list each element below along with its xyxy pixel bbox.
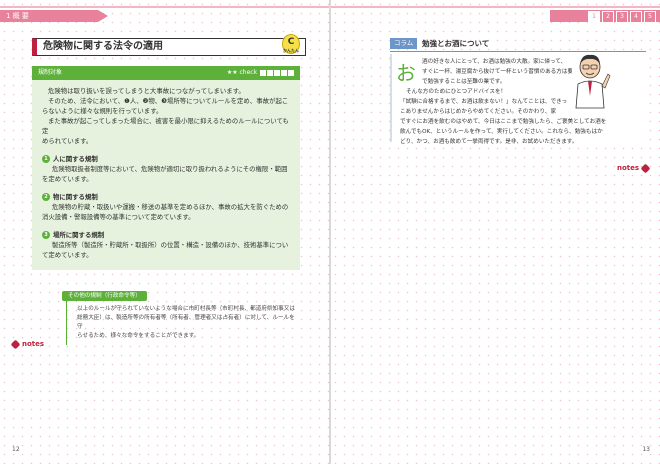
- section-body-line: て定めています。: [42, 251, 93, 259]
- column-line: どり、かつ、お酒も飲めて一挙両得です。是非、お試めいただきます。: [400, 139, 578, 145]
- column-title: 勉強とお酒について: [422, 39, 490, 48]
- section-number: 3: [42, 231, 50, 239]
- chapter-tab-5[interactable]: 5: [644, 11, 656, 23]
- column-label: コラム: [390, 38, 418, 49]
- other-rule-line: らせるため、様々な命令をすることができます。: [77, 333, 200, 339]
- rule-box-label: 規制対象: [38, 69, 63, 76]
- section-number: 1: [42, 155, 50, 163]
- section-body-line: 製造所等（製造所・貯蔵所・取扱所）の位置・構造・設備のほか、技術基準につい: [52, 241, 289, 249]
- chapter-tab-1[interactable]: 1: [588, 11, 600, 23]
- intro-line: また事故が起こってしまった場合に、被害を最小限に抑えるためのルールについても定: [42, 117, 289, 135]
- rule-box-body: 危険物は取り扱いを誤ってしまうと大事故につながってしまいます。 そのため、法令に…: [32, 80, 300, 266]
- column-line: そんな方のためにひとつアドバイスを！: [406, 89, 507, 95]
- intro-line: 危険物は取り扱いを誤ってしまうと大事故につながってしまいます。: [48, 87, 245, 95]
- notes-icon: [10, 339, 21, 349]
- other-rule-line: 総務大臣）は、製造所等の所有者等（所有者、管理者又は占有者）に対して、ルールを守: [77, 315, 295, 330]
- intro-line: められています。: [42, 137, 93, 145]
- chapter-tabs: 1 2 3 4 5: [588, 11, 656, 23]
- notes-label: notes: [10, 339, 44, 349]
- section-body-line: 危険物取扱者制度等において、危険物が適切に取り扱われるようにその権限・範囲: [52, 165, 288, 173]
- section-body-line: 消火設備・警報設備等の基準について定めています。: [42, 213, 195, 221]
- other-rule-line: 以上のルールが守られていないような場合に市町村長等（市町村長、都道府県知事又は: [77, 306, 295, 312]
- column-line: こありませんからはじめからやめてください。そのかわり、家: [400, 109, 557, 115]
- page-number: 12: [12, 446, 20, 453]
- notes-label: notes: [617, 163, 651, 173]
- column-line: ですぐにお酒を飲むのはやめて、今日はここまで勉強したら、ご褒美としてお酒を: [400, 119, 607, 125]
- section-body-line: を定めています。: [42, 175, 93, 183]
- chapter-tab-4[interactable]: 4: [630, 11, 642, 23]
- check-box-icon: [267, 69, 273, 76]
- chapter-tab-3[interactable]: 3: [616, 11, 628, 23]
- column-line: 酒の好きな人にとって、お酒は勉強の大敵。家に帰って、: [422, 59, 567, 65]
- chapter-label: 1 概 要: [6, 12, 29, 20]
- column-line: 「試験に合格するまで、お酒は飲まない！」なんてことは、できっ: [400, 99, 568, 105]
- rule-box: 規制対象 ★★ check 危険物は取り扱いを誤ってしまうと大事故につながってし…: [32, 66, 300, 270]
- column-line: すぐに一杯、湯豆腐から抜けて一杯という習慣のある方は要: [422, 69, 572, 75]
- other-rule-label: その他の規制（行政命令等）: [62, 291, 147, 301]
- check-marker: ★★ check: [227, 66, 294, 80]
- section-heading: 2 物に関する規制: [42, 192, 290, 202]
- section-heading: 3 場所に関する規制: [42, 230, 290, 240]
- book-spine: [329, 0, 331, 464]
- header-stripe: [0, 6, 329, 8]
- intro-line: そのため、法令において、❶人、❷物、❸場所等についてルールを定め、事故が起こ: [48, 97, 289, 105]
- section-body-line: 危険物の貯蔵・取扱いや運搬・移送の基準を定めるほか、事故の拡大を防ぐための: [52, 203, 289, 211]
- check-box-icon: [288, 69, 294, 76]
- rule-box-header: 規制対象 ★★ check: [32, 66, 300, 80]
- check-box-icon: [260, 69, 266, 76]
- page-title: 危険物に関する法令の適用: [32, 38, 306, 56]
- other-rule-body: 以上のルールが守られていないような場合に市町村長等（市町村長、都道府県知事又は …: [66, 301, 300, 345]
- intro-line: らないように様々な規則を行っています。: [42, 107, 163, 115]
- section-heading: 1 人に関する規制: [42, 154, 290, 164]
- check-box-icon: [281, 69, 287, 76]
- section-number: 2: [42, 193, 50, 201]
- header-stripe: [331, 6, 660, 8]
- check-box-icon: [274, 69, 280, 76]
- column-line: 飲んでもOK、というルールを作って、実行してください。これなら、勉強もはか: [400, 129, 603, 135]
- teacher-illustration: [575, 54, 611, 109]
- level-badge: C かんたん: [282, 34, 300, 54]
- other-rule-box: その他の規制（行政命令等） 以上のルールが守られていないような場合に市町村長等（…: [62, 282, 300, 345]
- notes-icon: [640, 163, 651, 173]
- chapter-tab-2[interactable]: 2: [602, 11, 614, 23]
- column-line: で勉強することは至難の業です。: [422, 79, 506, 85]
- page-number: 13: [642, 446, 650, 453]
- chapter-header-arrow: [98, 10, 108, 22]
